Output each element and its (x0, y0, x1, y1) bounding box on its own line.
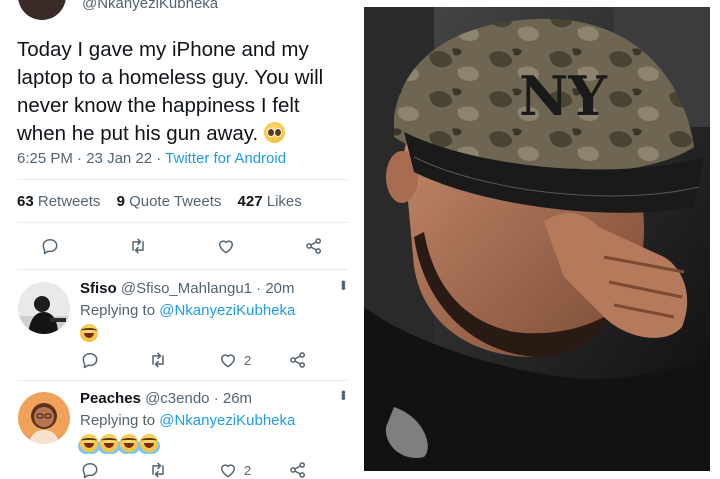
tweet-stats: 63 Retweets 9 Quote Tweets 427 Likes (17, 193, 314, 210)
like-count: 2 (244, 462, 252, 478)
reply-author-name[interactable]: Peaches (80, 390, 141, 407)
heart-icon (221, 354, 235, 368)
share-button[interactable] (304, 236, 324, 256)
retweet-button[interactable] (128, 236, 148, 256)
reply-icon (82, 463, 98, 479)
more-options-icon[interactable]: ••• (336, 280, 352, 289)
pleading-face-emoji (263, 122, 285, 143)
reply-header: Peaches @c3endo · 26m (80, 390, 252, 407)
retweet-button[interactable] (148, 350, 168, 370)
reply-button[interactable] (40, 236, 60, 256)
reply-icon (42, 239, 58, 255)
reply-actions: 2 (0, 350, 352, 374)
reply-button[interactable] (80, 350, 100, 370)
tweet-body: Today I gave my iPhone and my laptop to … (17, 36, 347, 148)
retweet-icon (152, 462, 164, 478)
like-button[interactable]: 2 (218, 460, 251, 479)
reply-header: Sfiso @Sfiso_Mahlangu1 · 20m (80, 280, 295, 297)
author-avatar[interactable] (18, 0, 66, 20)
retweet-icon (152, 352, 164, 368)
like-button[interactable] (216, 236, 236, 256)
mention-link[interactable]: @NkanyeziKubheka (159, 302, 295, 319)
reply-author-name[interactable]: Sfiso (80, 280, 117, 297)
reply-time[interactable]: · 26m (214, 390, 252, 407)
heart-icon (221, 464, 235, 478)
like-count: 2 (244, 352, 252, 368)
reply-actions: 2 (0, 460, 352, 479)
tweet-date[interactable]: 23 Jan 22 (86, 150, 152, 167)
mention-link[interactable]: @NkanyeziKubheka (159, 412, 295, 429)
retweet-button[interactable] (148, 460, 168, 479)
quote-tweets-stat[interactable]: 9 Quote Tweets (117, 193, 222, 210)
heart-icon (219, 240, 233, 254)
share-icon (290, 462, 305, 478)
replying-to: Replying to @NkanyeziKubheka (80, 412, 296, 429)
face-with-tears-of-joy-emoji (140, 434, 158, 452)
grinning-squinting-face-emoji (80, 324, 98, 342)
divider (17, 269, 348, 270)
share-icon (290, 352, 305, 368)
face-with-tears-of-joy-emoji (100, 434, 118, 452)
share-button[interactable] (288, 350, 308, 370)
reply-text (80, 434, 158, 452)
retweet-icon (132, 238, 144, 254)
likes-stat[interactable]: 427 Likes (238, 193, 302, 210)
reply-text (80, 324, 98, 342)
retweets-stat[interactable]: 63 Retweets (17, 193, 100, 210)
divider (17, 222, 348, 223)
author-handle[interactable]: @NkanyeziKubheka (82, 0, 218, 12)
more-options-icon[interactable]: ••• (336, 390, 352, 399)
tweet-source[interactable]: Twitter for Android (165, 150, 286, 167)
divider (17, 380, 348, 381)
tweet-meta: 6:25 PM · 23 Jan 22 · Twitter for Androi… (17, 150, 287, 167)
avatar[interactable] (18, 282, 70, 334)
divider (17, 179, 348, 180)
cap-logo: NY (519, 64, 608, 128)
reply-time[interactable]: · 20m (256, 280, 294, 297)
reply-icon (82, 353, 98, 369)
tweet-actions (0, 236, 352, 260)
share-icon (306, 238, 321, 254)
photo-man-in-camo-cap: NY (364, 7, 710, 471)
reply-author-handle[interactable]: @c3endo (145, 390, 209, 407)
reply-button[interactable] (80, 460, 100, 479)
replying-to: Replying to @NkanyeziKubheka (80, 302, 296, 319)
face-with-tears-of-joy-emoji (80, 434, 98, 452)
tweet-time[interactable]: 6:25 PM (17, 150, 73, 167)
avatar[interactable] (18, 392, 70, 444)
share-button[interactable] (288, 460, 308, 479)
face-with-tears-of-joy-emoji (120, 434, 138, 452)
tweet-screenshot: @NkanyeziKubheka Today I gave my iPhone … (0, 0, 352, 479)
like-button[interactable]: 2 (218, 350, 251, 370)
reply-author-handle[interactable]: @Sfiso_Mahlangu1 (121, 280, 252, 297)
